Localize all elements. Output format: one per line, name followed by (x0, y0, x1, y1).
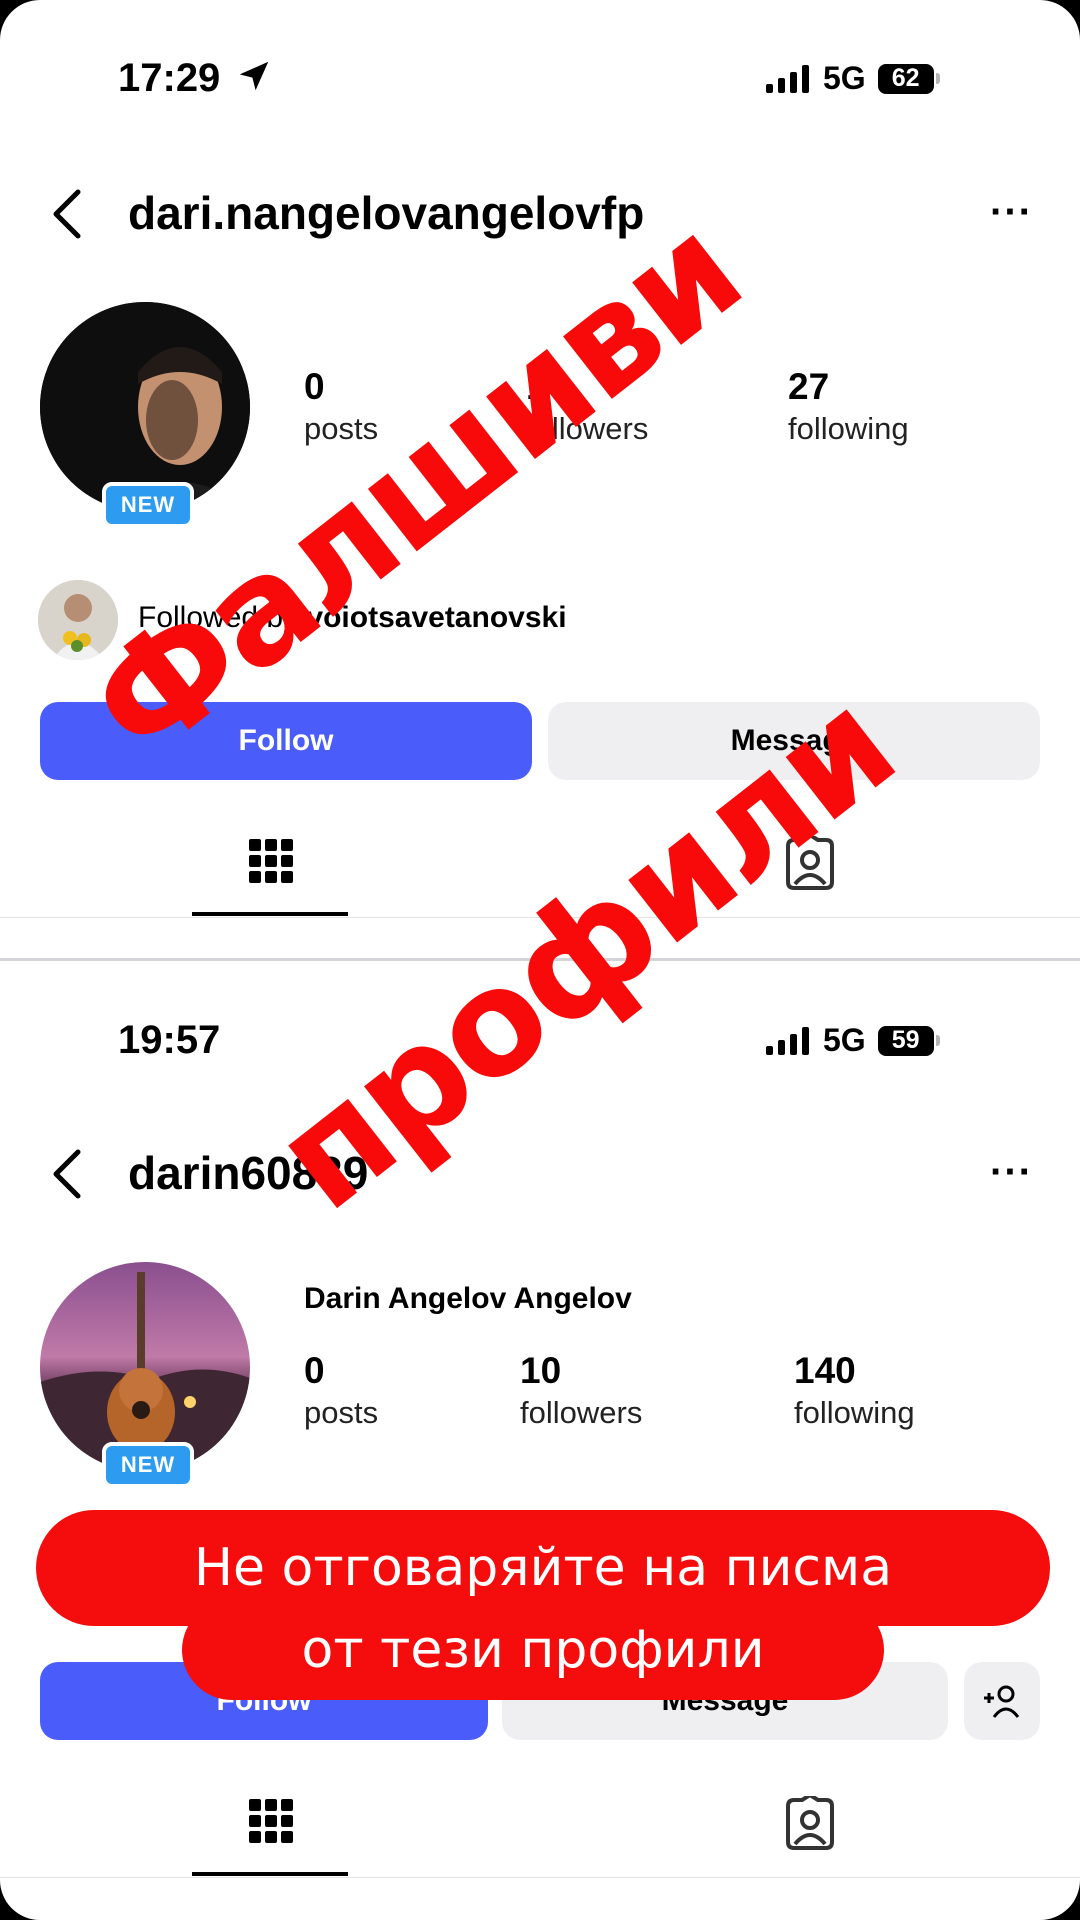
tab-separator (0, 1877, 1080, 1878)
signal-icon (766, 1026, 809, 1055)
new-badge: NEW (102, 482, 194, 528)
tagged-icon[interactable] (782, 836, 838, 892)
profile-username: dari.nangelovangelovfp (128, 187, 645, 239)
signal-icon (766, 64, 809, 93)
tab-active-underline (192, 912, 348, 916)
status-indicators: 5G 62 (766, 60, 940, 97)
stat-following[interactable]: 140 following (794, 1350, 915, 1434)
warning-banner-line2: от тези профили (182, 1600, 884, 1700)
stat-followers[interactable]: 1 followers (526, 366, 648, 450)
more-options-icon[interactable]: ··· (990, 190, 1033, 235)
back-chevron-icon[interactable] (50, 1148, 84, 1200)
add-person-button[interactable] (964, 1662, 1040, 1740)
battery-icon: 59 (877, 1025, 940, 1056)
tab-separator (0, 917, 1080, 918)
tagged-icon[interactable] (782, 1796, 838, 1852)
network-type: 5G (823, 1022, 866, 1058)
profile-avatar[interactable] (40, 302, 250, 512)
status-time: 19:57 (118, 1018, 221, 1062)
location-arrow-icon (240, 61, 269, 91)
status-time: 17:29 (118, 56, 273, 101)
profile-avatar[interactable] (40, 1262, 250, 1472)
battery-icon: 62 (877, 63, 940, 94)
back-chevron-icon[interactable] (50, 188, 84, 240)
mutual-follower-avatar[interactable] (38, 580, 118, 660)
grid-icon[interactable] (248, 838, 294, 884)
network-type: 5G (823, 60, 866, 96)
more-options-icon[interactable]: ··· (990, 1150, 1033, 1195)
status-indicators: 5G 59 (766, 1022, 940, 1059)
add-person-icon (984, 1685, 1020, 1718)
tab-active-underline (192, 1872, 348, 1876)
grid-icon[interactable] (248, 1798, 294, 1844)
new-badge: NEW (102, 1442, 194, 1488)
screenshot-card: 17:29 5G 62 dari.nangelovangelovfp ··· N… (0, 0, 1080, 1920)
stat-posts[interactable]: 0 posts (304, 1350, 378, 1434)
followed-by-text[interactable]: Followed by voiotsavetanovski (138, 601, 567, 635)
follow-button[interactable]: Follow (40, 702, 532, 780)
stat-following[interactable]: 27 following (788, 366, 909, 450)
message-button[interactable]: Message (548, 702, 1040, 780)
profile-username: darin60839 (128, 1147, 369, 1199)
stat-followers[interactable]: 10 followers (520, 1350, 642, 1434)
stat-posts[interactable]: 0 posts (304, 366, 378, 450)
profile-full-name: Darin Angelov Angelov (304, 1282, 632, 1315)
screenshot-divider (0, 958, 1080, 961)
